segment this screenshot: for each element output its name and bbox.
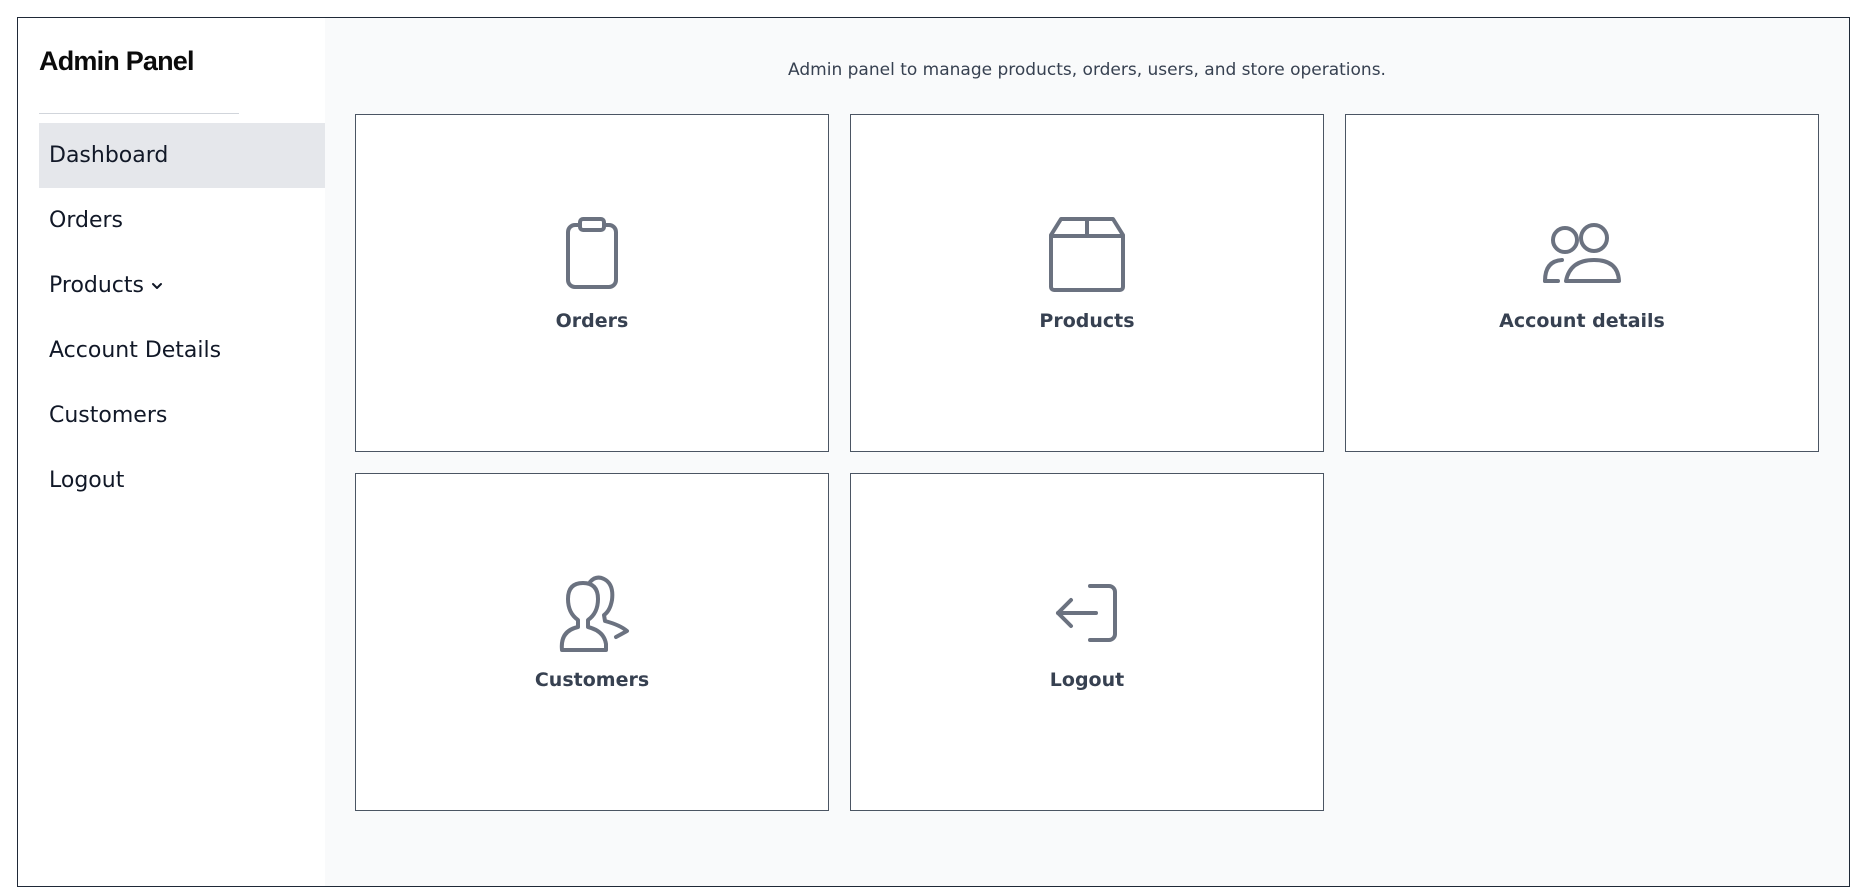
sidebar-item-label: Dashboard <box>49 143 169 168</box>
account-details-card[interactable]: Account details <box>1345 114 1819 452</box>
sidebar-item-label: Orders <box>49 208 123 233</box>
brand-divider <box>39 113 239 114</box>
products-card[interactable]: Products <box>850 114 1324 452</box>
card-label: Account details <box>1499 310 1665 332</box>
card-label: Customers <box>534 669 650 691</box>
sidebar-item-label: Account Details <box>49 338 222 363</box>
clipboard-icon <box>550 212 634 296</box>
sidebar-item-orders[interactable]: Orders <box>39 188 325 253</box>
customers-card[interactable]: Customers <box>355 473 829 811</box>
sidebar-item-label: Products <box>49 273 144 298</box>
main-content: Admin panel to manage products, orders, … <box>325 18 1849 886</box>
card-label: Products <box>1039 310 1135 332</box>
logout-icon <box>1045 571 1129 655</box>
sidebar-item-label: Logout <box>49 468 125 493</box>
logout-card[interactable]: Logout <box>850 473 1324 811</box>
sidebar-nav: Dashboard Orders Products Account Detail… <box>39 123 325 513</box>
box-icon <box>1045 212 1129 296</box>
page-subtitle: Admin panel to manage products, orders, … <box>788 60 1386 80</box>
card-label: Orders <box>555 310 629 332</box>
brand-title: Admin Panel <box>39 46 195 76</box>
users-icon <box>1540 212 1624 296</box>
sidebar-item-products[interactable]: Products <box>39 253 325 318</box>
dashboard-card-grid: Orders Products Account details Customer… <box>355 114 1819 811</box>
sidebar-item-label: Customers <box>49 403 168 428</box>
sidebar: Admin Panel Dashboard Orders Products Ac… <box>18 18 325 886</box>
chevron-down-icon[interactable] <box>151 282 163 290</box>
customers-icon <box>550 571 634 655</box>
sidebar-item-account-details[interactable]: Account Details <box>39 318 325 383</box>
sidebar-item-logout[interactable]: Logout <box>39 448 325 513</box>
sidebar-item-customers[interactable]: Customers <box>39 383 325 448</box>
orders-card[interactable]: Orders <box>355 114 829 452</box>
sidebar-item-dashboard[interactable]: Dashboard <box>39 123 325 188</box>
app-frame: Admin Panel Dashboard Orders Products Ac… <box>17 17 1850 887</box>
card-label: Logout <box>1049 669 1125 691</box>
